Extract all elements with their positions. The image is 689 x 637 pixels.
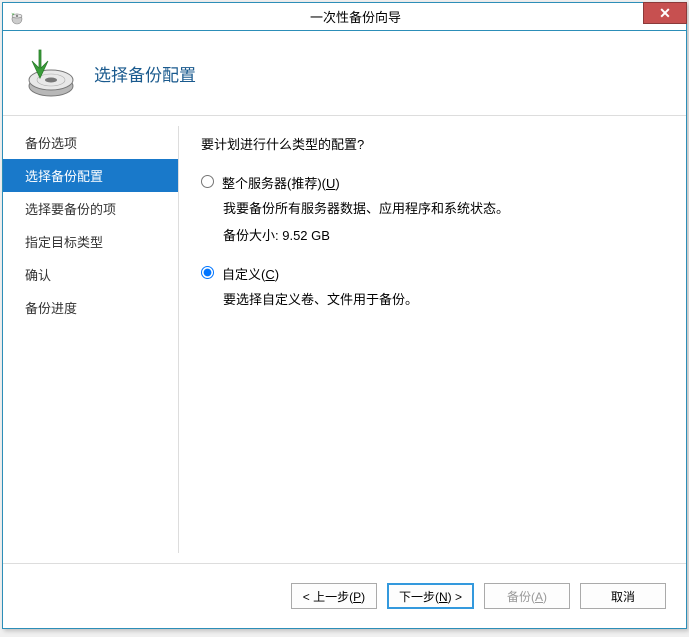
backup-button: 备份(A) — [484, 583, 570, 609]
sidebar-item-confirm[interactable]: 确认 — [3, 258, 178, 291]
close-button[interactable]: ✕ — [643, 2, 687, 24]
option-full-server: 整个服务器(推荐)(U) 我要备份所有服务器数据、应用程序和系统状态。 备份大小… — [201, 173, 664, 244]
window-title: 一次性备份向导 — [25, 7, 686, 26]
content-heading: 要计划进行什么类型的配置? — [201, 134, 664, 153]
radio-custom-input[interactable] — [201, 266, 214, 279]
step-sidebar: 备份选项 选择备份配置 选择要备份的项 指定目标类型 确认 备份进度 — [3, 116, 178, 563]
backup-icon — [21, 46, 76, 101]
radio-full-server-input[interactable] — [201, 175, 214, 188]
content-panel: 要计划进行什么类型的配置? 整个服务器(推荐)(U) 我要备份所有服务器数据、应… — [179, 116, 686, 563]
sidebar-item-dest-type[interactable]: 指定目标类型 — [3, 225, 178, 258]
radio-custom-desc: 要选择自定义卷、文件用于备份。 — [223, 289, 664, 308]
next-button[interactable]: 下一步(N) > — [387, 583, 474, 609]
wizard-body: 备份选项 选择备份配置 选择要备份的项 指定目标类型 确认 备份进度 要计划进行… — [3, 116, 686, 563]
app-icon — [9, 9, 25, 25]
sidebar-item-select-config[interactable]: 选择备份配置 — [3, 159, 178, 192]
wizard-footer: < 上一步(P) 下一步(N) > 备份(A) 取消 — [3, 563, 686, 628]
page-title: 选择备份配置 — [94, 61, 196, 86]
prev-button[interactable]: < 上一步(P) — [291, 583, 377, 609]
radio-full-server-desc: 我要备份所有服务器数据、应用程序和系统状态。 — [223, 198, 664, 217]
radio-custom[interactable]: 自定义(C) — [201, 264, 664, 283]
radio-custom-label: 自定义(C) — [222, 264, 279, 283]
radio-full-server[interactable]: 整个服务器(推荐)(U) — [201, 173, 664, 192]
cancel-button[interactable]: 取消 — [580, 583, 666, 609]
option-custom: 自定义(C) 要选择自定义卷、文件用于备份。 — [201, 264, 664, 308]
radio-full-server-label: 整个服务器(推荐)(U) — [222, 173, 340, 192]
radio-full-server-size: 备份大小: 9.52 GB — [223, 225, 664, 244]
close-icon: ✕ — [659, 5, 671, 22]
wizard-window: 一次性备份向导 ✕ 选择备份配置 备份选项 选择备份配置 选择要备份的项 指定目… — [2, 2, 687, 629]
sidebar-item-backup-options[interactable]: 备份选项 — [3, 126, 178, 159]
sidebar-item-select-items[interactable]: 选择要备份的项 — [3, 192, 178, 225]
titlebar: 一次性备份向导 ✕ — [3, 3, 686, 31]
sidebar-item-progress[interactable]: 备份进度 — [3, 291, 178, 324]
wizard-header: 选择备份配置 — [3, 31, 686, 116]
